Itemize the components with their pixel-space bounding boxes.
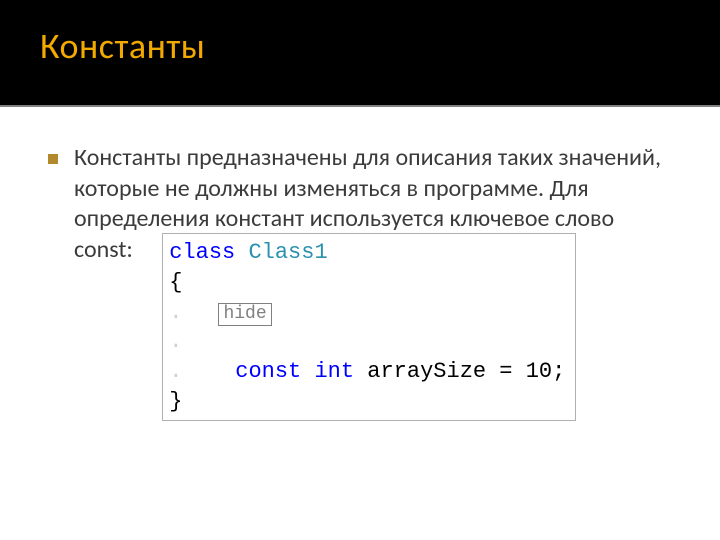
const-keyword-text: const: [74, 235, 133, 264]
gutter-dots: . [169, 300, 182, 325]
brace-open: { [169, 270, 182, 295]
paragraph-text: Константы предназначены для описания так… [74, 143, 661, 233]
gutter-dots: . [169, 329, 182, 354]
slide-body: Константы предназначены для описания так… [0, 107, 720, 423]
brace-close: } [169, 389, 182, 414]
slide-header: Константы [0, 0, 720, 105]
hide-region-tag: hide [218, 303, 271, 327]
bullet-item: Константы предназначены для описания так… [48, 143, 672, 423]
class-name: Class1 [248, 240, 327, 265]
bullet-marker [48, 154, 58, 164]
paragraph-block: Константы предназначены для описания так… [74, 143, 672, 423]
var-declaration: arraySize = 10; [367, 359, 565, 384]
keyword-class: class [169, 240, 235, 265]
gutter-dots: . [169, 359, 182, 384]
keyword-int: int [314, 359, 354, 384]
slide-title: Константы [40, 24, 680, 68]
keyword-const: const [235, 359, 301, 384]
code-snippet: class Class1 { . hide . . const int array… [162, 233, 576, 421]
